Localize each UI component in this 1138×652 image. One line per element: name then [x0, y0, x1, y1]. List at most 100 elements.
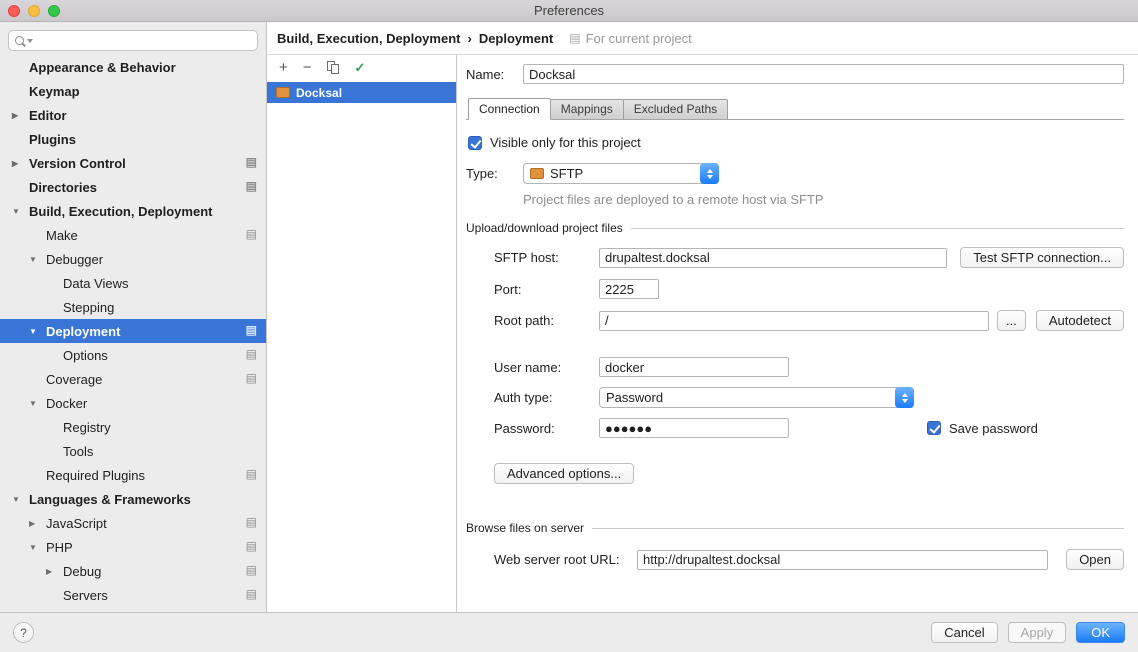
expand-arrow-icon[interactable]: ▼: [29, 327, 46, 336]
expand-arrow-icon[interactable]: ▼: [29, 255, 46, 264]
sidebar-item-servers[interactable]: Servers ▤: [0, 583, 266, 607]
search-icon: [15, 36, 24, 45]
sidebar-item-data-views[interactable]: Data Views: [0, 271, 266, 295]
upload-section-title: Upload/download project files: [466, 221, 623, 235]
traffic-lights: [8, 5, 60, 17]
section-divider: [631, 228, 1124, 229]
scope-note-label: For current project: [586, 31, 692, 46]
sidebar-item-label: Editor: [29, 108, 67, 123]
tab-connection[interactable]: Connection: [468, 98, 551, 120]
window-title: Preferences: [534, 3, 604, 18]
name-input[interactable]: [523, 64, 1124, 84]
close-window-button[interactable]: [8, 5, 20, 17]
tab-mappings[interactable]: Mappings: [550, 99, 624, 119]
sidebar-item-deployment[interactable]: ▼ Deployment ▤: [0, 319, 266, 343]
sidebar-item-label: Make: [46, 228, 78, 243]
minimize-window-button[interactable]: [28, 5, 40, 17]
sidebar-item-label: Registry: [63, 420, 111, 435]
sidebar-item-tools[interactable]: Tools: [0, 439, 266, 463]
save-password-row: Save password: [927, 421, 1038, 436]
web-root-label: Web server root URL:: [494, 552, 637, 567]
dropdown-stepper-icon[interactable]: [700, 163, 719, 184]
sidebar-item-directories[interactable]: Directories ▤: [0, 175, 266, 199]
sidebar-item-label: Docker: [46, 396, 87, 411]
add-server-button[interactable]: +: [279, 60, 288, 75]
project-scope-icon: ▤: [246, 323, 257, 338]
copy-server-button[interactable]: [327, 61, 340, 75]
copy-icon: [331, 64, 339, 74]
sidebar-item-label: Appearance & Behavior: [29, 60, 176, 75]
sidebar-item-docker[interactable]: ▼ Docker: [0, 391, 266, 415]
server-item-label: Docksal: [296, 86, 342, 100]
expand-arrow-icon[interactable]: ▶: [12, 159, 29, 168]
tab-bar: Connection Mappings Excluded Paths: [466, 97, 1124, 120]
sidebar-item-coverage[interactable]: Coverage ▤: [0, 367, 266, 391]
settings-tree: Appearance & Behavior Keymap ▶ Editor Pl…: [0, 55, 266, 607]
expand-arrow-icon[interactable]: ▼: [29, 543, 46, 552]
sidebar-item-debug[interactable]: ▶ Debug ▤: [0, 559, 266, 583]
open-url-button[interactable]: Open: [1066, 549, 1124, 570]
sidebar-item-build-execution-deployment[interactable]: ▼ Build, Execution, Deployment: [0, 199, 266, 223]
root-path-input[interactable]: [599, 311, 989, 331]
sidebar-item-javascript[interactable]: ▶ JavaScript ▤: [0, 511, 266, 535]
zoom-window-button[interactable]: [48, 5, 60, 17]
sidebar-item-languages-frameworks[interactable]: ▼ Languages & Frameworks: [0, 487, 266, 511]
sftp-host-label: SFTP host:: [494, 250, 599, 265]
browse-root-path-button[interactable]: ...: [997, 310, 1026, 331]
sidebar-item-make[interactable]: Make ▤: [0, 223, 266, 247]
expand-arrow-icon[interactable]: ▶: [46, 567, 63, 576]
expand-arrow-icon[interactable]: ▶: [29, 519, 46, 528]
remove-server-button[interactable]: −: [303, 60, 312, 75]
use-as-default-button[interactable]: ✓: [355, 60, 366, 75]
cancel-button[interactable]: Cancel: [931, 622, 997, 643]
sidebar-item-editor[interactable]: ▶ Editor: [0, 103, 266, 127]
sftp-host-input[interactable]: [599, 248, 947, 268]
settings-search-box[interactable]: [8, 30, 258, 51]
expand-arrow-icon[interactable]: ▶: [12, 111, 29, 120]
sidebar-item-label: Plugins: [29, 132, 76, 147]
sidebar-item-label: Options: [63, 348, 108, 363]
sidebar-item-keymap[interactable]: Keymap: [0, 79, 266, 103]
sidebar-item-version-control[interactable]: ▶ Version Control ▤: [0, 151, 266, 175]
sidebar-item-plugins[interactable]: Plugins: [0, 127, 266, 151]
auth-type-label: Auth type:: [494, 390, 599, 405]
save-password-checkbox[interactable]: [927, 421, 941, 435]
expand-arrow-icon[interactable]: ▼: [29, 399, 46, 408]
test-sftp-connection-button[interactable]: Test SFTP connection...: [960, 247, 1124, 268]
dropdown-stepper-icon[interactable]: [895, 387, 914, 408]
user-name-input[interactable]: [599, 357, 789, 377]
search-history-chevron-icon[interactable]: [27, 39, 33, 43]
type-select[interactable]: SFTP: [523, 163, 719, 184]
autodetect-button[interactable]: Autodetect: [1036, 310, 1124, 331]
sidebar-item-stepping[interactable]: Stepping: [0, 295, 266, 319]
visible-only-row: Visible only for this project: [466, 135, 1124, 150]
expand-arrow-icon[interactable]: ▼: [12, 207, 29, 216]
advanced-options-button[interactable]: Advanced options...: [494, 463, 634, 484]
expand-arrow-icon[interactable]: ▼: [12, 495, 29, 504]
ok-button[interactable]: OK: [1076, 622, 1125, 643]
web-root-input[interactable]: [637, 550, 1048, 570]
visible-only-checkbox[interactable]: [468, 136, 482, 150]
sidebar-item-debugger[interactable]: ▼ Debugger: [0, 247, 266, 271]
server-list-item-docksal[interactable]: Docksal: [267, 82, 456, 103]
help-button[interactable]: ?: [13, 622, 34, 643]
breadcrumb-section[interactable]: Build, Execution, Deployment: [277, 31, 460, 46]
type-selected-value: SFTP: [550, 166, 583, 181]
project-scope-icon: ▤: [246, 587, 257, 602]
project-scope-icon: ▤: [246, 155, 257, 170]
sidebar-item-required-plugins[interactable]: Required Plugins ▤: [0, 463, 266, 487]
sftp-icon: [530, 168, 544, 179]
password-label: Password:: [494, 421, 599, 436]
titlebar: Preferences: [0, 0, 1138, 22]
tab-excluded-paths[interactable]: Excluded Paths: [623, 99, 728, 119]
auth-type-select[interactable]: Password: [599, 387, 914, 408]
apply-button[interactable]: Apply: [1008, 622, 1067, 643]
project-scope-icon: ▤: [246, 227, 257, 242]
password-input[interactable]: [599, 418, 789, 438]
sidebar-item-options[interactable]: Options ▤: [0, 343, 266, 367]
sidebar-item-registry[interactable]: Registry: [0, 415, 266, 439]
sidebar-item-appearance-behavior[interactable]: Appearance & Behavior: [0, 55, 266, 79]
settings-search-input[interactable]: [36, 33, 251, 49]
port-input[interactable]: [599, 279, 659, 299]
sidebar-item-php[interactable]: ▼ PHP ▤: [0, 535, 266, 559]
